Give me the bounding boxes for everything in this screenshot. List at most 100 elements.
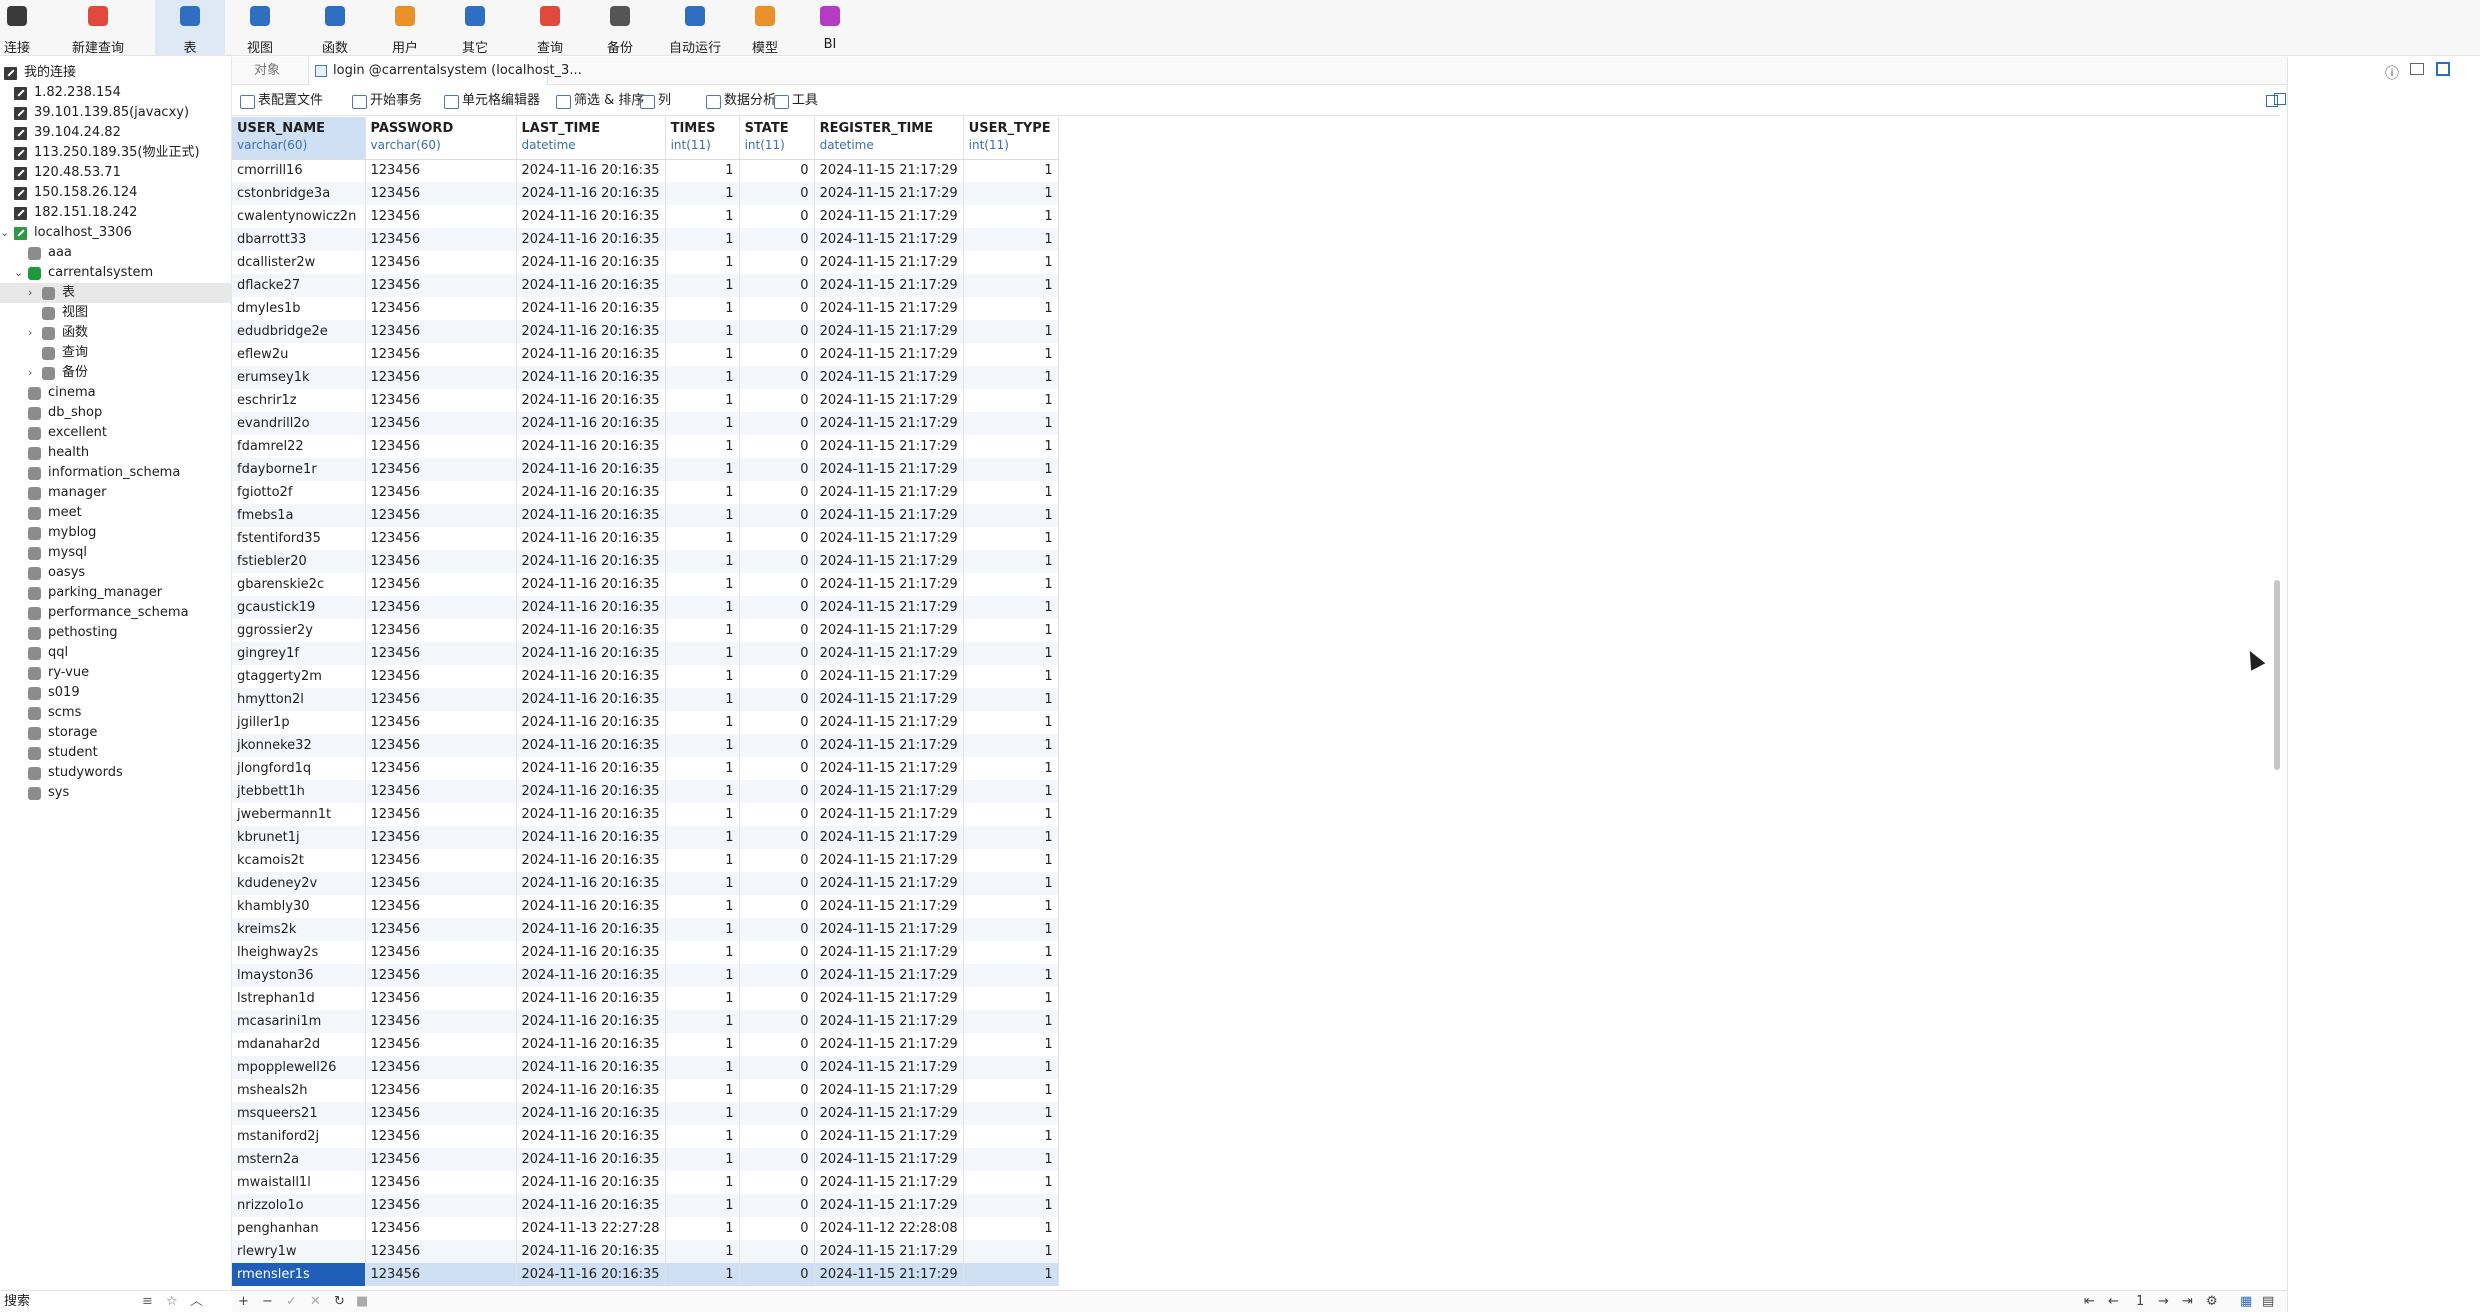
cell-password[interactable]: 123456 [365, 435, 517, 458]
table-row[interactable]: gcaustick19 123456 2024-11-16 20:16:35 1 0 20… [232, 596, 1059, 619]
table-row[interactable]: kdudeney2v 123456 2024-11-16 20:16:35 1 0 202… [232, 872, 1059, 895]
column-header-last_time[interactable]: LAST_TIME datetime [516, 117, 666, 160]
cell-times[interactable]: 1 [665, 435, 740, 458]
cell-user_type[interactable]: 1 [963, 941, 1059, 964]
filter-icon[interactable]: ≡ [142, 1291, 153, 1312]
database-item[interactable]: information_schema [0, 463, 232, 483]
cell-times[interactable]: 1 [665, 343, 740, 366]
cell-times[interactable]: 1 [665, 1171, 740, 1194]
cell-times[interactable]: 1 [665, 826, 740, 849]
cell-state[interactable]: 0 [739, 1079, 815, 1102]
cell-last_time[interactable]: 2024-11-16 20:16:35 [516, 1171, 666, 1194]
cell-state[interactable]: 0 [739, 1102, 815, 1125]
search-label[interactable]: 搜索 [4, 1291, 30, 1312]
cell-register_time[interactable]: 2024-11-15 21:17:29 [814, 366, 964, 389]
toolbar-button-5[interactable]: 用户 [375, 0, 435, 56]
cell-register_time[interactable]: 2024-11-15 21:17:29 [814, 159, 964, 182]
cell-state[interactable]: 0 [739, 1056, 815, 1079]
cell-state[interactable]: 0 [739, 1033, 815, 1056]
table-row[interactable]: khambly30 123456 2024-11-16 20:16:35 1 0 2024… [232, 895, 1059, 918]
cell-times[interactable]: 1 [665, 803, 740, 826]
database-item[interactable]: performance_schema [0, 603, 232, 623]
cell-register_time[interactable]: 2024-11-15 21:17:29 [814, 734, 964, 757]
table-row[interactable]: fmebs1a 123456 2024-11-16 20:16:35 1 0 2024-1… [232, 504, 1059, 527]
cell-user_type[interactable]: 1 [963, 1125, 1059, 1148]
cell-password[interactable]: 123456 [365, 964, 517, 987]
toolbar-button-6[interactable]: 其它 [445, 0, 505, 56]
database-item[interactable]: aaa [0, 243, 232, 263]
table-row[interactable]: mwaistall1l 123456 2024-11-16 20:16:35 1 0 20… [232, 1171, 1059, 1194]
cell-state[interactable]: 0 [739, 435, 815, 458]
cell-state[interactable]: 0 [739, 596, 815, 619]
cell-state[interactable]: 0 [739, 274, 815, 297]
cell-user_name[interactable]: fdayborne1r [232, 458, 366, 481]
db-child-3[interactable]: 查询 [0, 343, 232, 363]
cell-password[interactable]: 123456 [365, 665, 517, 688]
cell-user_name[interactable]: kbrunet1j [232, 826, 366, 849]
stop-icon[interactable]: ■ [356, 1291, 368, 1312]
cell-register_time[interactable]: 2024-11-15 21:17:29 [814, 205, 964, 228]
table-row[interactable]: cstonbridge3a 123456 2024-11-16 20:16:35 1 0… [232, 182, 1059, 205]
cell-user_type[interactable]: 1 [963, 803, 1059, 826]
cell-password[interactable]: 123456 [365, 343, 517, 366]
cell-user_name[interactable]: mcasarini1m [232, 1010, 366, 1033]
cell-state[interactable]: 0 [739, 320, 815, 343]
cell-times[interactable]: 1 [665, 642, 740, 665]
cell-password[interactable]: 123456 [365, 826, 517, 849]
database-item[interactable]: db_shop [0, 403, 232, 423]
table-row[interactable]: mstern2a 123456 2024-11-16 20:16:35 1 0 2024-… [232, 1148, 1059, 1171]
cell-password[interactable]: 123456 [365, 711, 517, 734]
table-row[interactable]: dcallister2w 123456 2024-11-16 20:16:35 1 0 2… [232, 251, 1059, 274]
cell-user_name[interactable]: msqueers21 [232, 1102, 366, 1125]
cell-last_time[interactable]: 2024-11-16 20:16:35 [516, 619, 666, 642]
cell-register_time[interactable]: 2024-11-15 21:17:29 [814, 757, 964, 780]
apply-icon[interactable]: ✓ [286, 1291, 297, 1312]
chevron-right-icon[interactable]: › [28, 323, 32, 343]
cell-user_type[interactable]: 1 [963, 1171, 1059, 1194]
data-grid[interactable]: USER_NAME varchar(60) PASSWORD varchar(60) L… [232, 117, 1078, 1290]
cell-user_name[interactable]: lheighway2s [232, 941, 366, 964]
connection-localhost[interactable]: ⌄ localhost_3306 [0, 223, 232, 243]
cell-times[interactable]: 1 [665, 1102, 740, 1125]
cell-password[interactable]: 123456 [365, 1240, 517, 1263]
database-item[interactable]: ry-vue [0, 663, 232, 683]
chevron-right-icon[interactable]: › [28, 363, 32, 383]
cell-last_time[interactable]: 2024-11-16 20:16:35 [516, 780, 666, 803]
cell-user_name[interactable]: lstrephan1d [232, 987, 366, 1010]
cell-user_type[interactable]: 1 [963, 642, 1059, 665]
cell-times[interactable]: 1 [665, 780, 740, 803]
database-item[interactable]: sys [0, 783, 232, 803]
cell-last_time[interactable]: 2024-11-16 20:16:35 [516, 803, 666, 826]
cell-user_name[interactable]: fdamrel22 [232, 435, 366, 458]
database-item[interactable]: mysql [0, 543, 232, 563]
cell-times[interactable]: 1 [665, 412, 740, 435]
cell-times[interactable]: 1 [665, 527, 740, 550]
table-row[interactable]: mpopplewell26 123456 2024-11-16 20:16:35 1 0… [232, 1056, 1059, 1079]
cell-user_type[interactable]: 1 [963, 182, 1059, 205]
first-page-icon[interactable]: ⇤ [2084, 1291, 2095, 1312]
cell-password[interactable]: 123456 [365, 642, 517, 665]
cell-times[interactable]: 1 [665, 251, 740, 274]
cell-times[interactable]: 1 [665, 228, 740, 251]
table-row[interactable]: penghanhan 123456 2024-11-13 22:27:28 1 0 202… [232, 1217, 1059, 1240]
grid-view-icon[interactable]: ▦ [2240, 1291, 2252, 1312]
cell-password[interactable]: 123456 [365, 596, 517, 619]
cell-password[interactable]: 123456 [365, 1056, 517, 1079]
cell-editor-button[interactable]: 单元格编辑器 [442, 86, 540, 116]
table-row[interactable]: ggrossier2y 123456 2024-11-16 20:16:35 1 0 20… [232, 619, 1059, 642]
cell-register_time[interactable]: 2024-11-15 21:17:29 [814, 964, 964, 987]
cell-register_time[interactable]: 2024-11-15 21:17:29 [814, 573, 964, 596]
cell-last_time[interactable]: 2024-11-16 20:16:35 [516, 596, 666, 619]
cell-user_name[interactable]: mpopplewell26 [232, 1056, 366, 1079]
cell-last_time[interactable]: 2024-11-16 20:16:35 [516, 757, 666, 780]
cell-state[interactable]: 0 [739, 803, 815, 826]
cell-last_time[interactable]: 2024-11-16 20:16:35 [516, 895, 666, 918]
cell-password[interactable]: 123456 [365, 182, 517, 205]
cell-register_time[interactable]: 2024-11-15 21:17:29 [814, 182, 964, 205]
cell-state[interactable]: 0 [739, 527, 815, 550]
cell-user_type[interactable]: 1 [963, 1217, 1059, 1240]
cell-user_type[interactable]: 1 [963, 780, 1059, 803]
cell-last_time[interactable]: 2024-11-16 20:16:35 [516, 665, 666, 688]
cell-password[interactable]: 123456 [365, 1033, 517, 1056]
cell-register_time[interactable]: 2024-11-15 21:17:29 [814, 1194, 964, 1217]
